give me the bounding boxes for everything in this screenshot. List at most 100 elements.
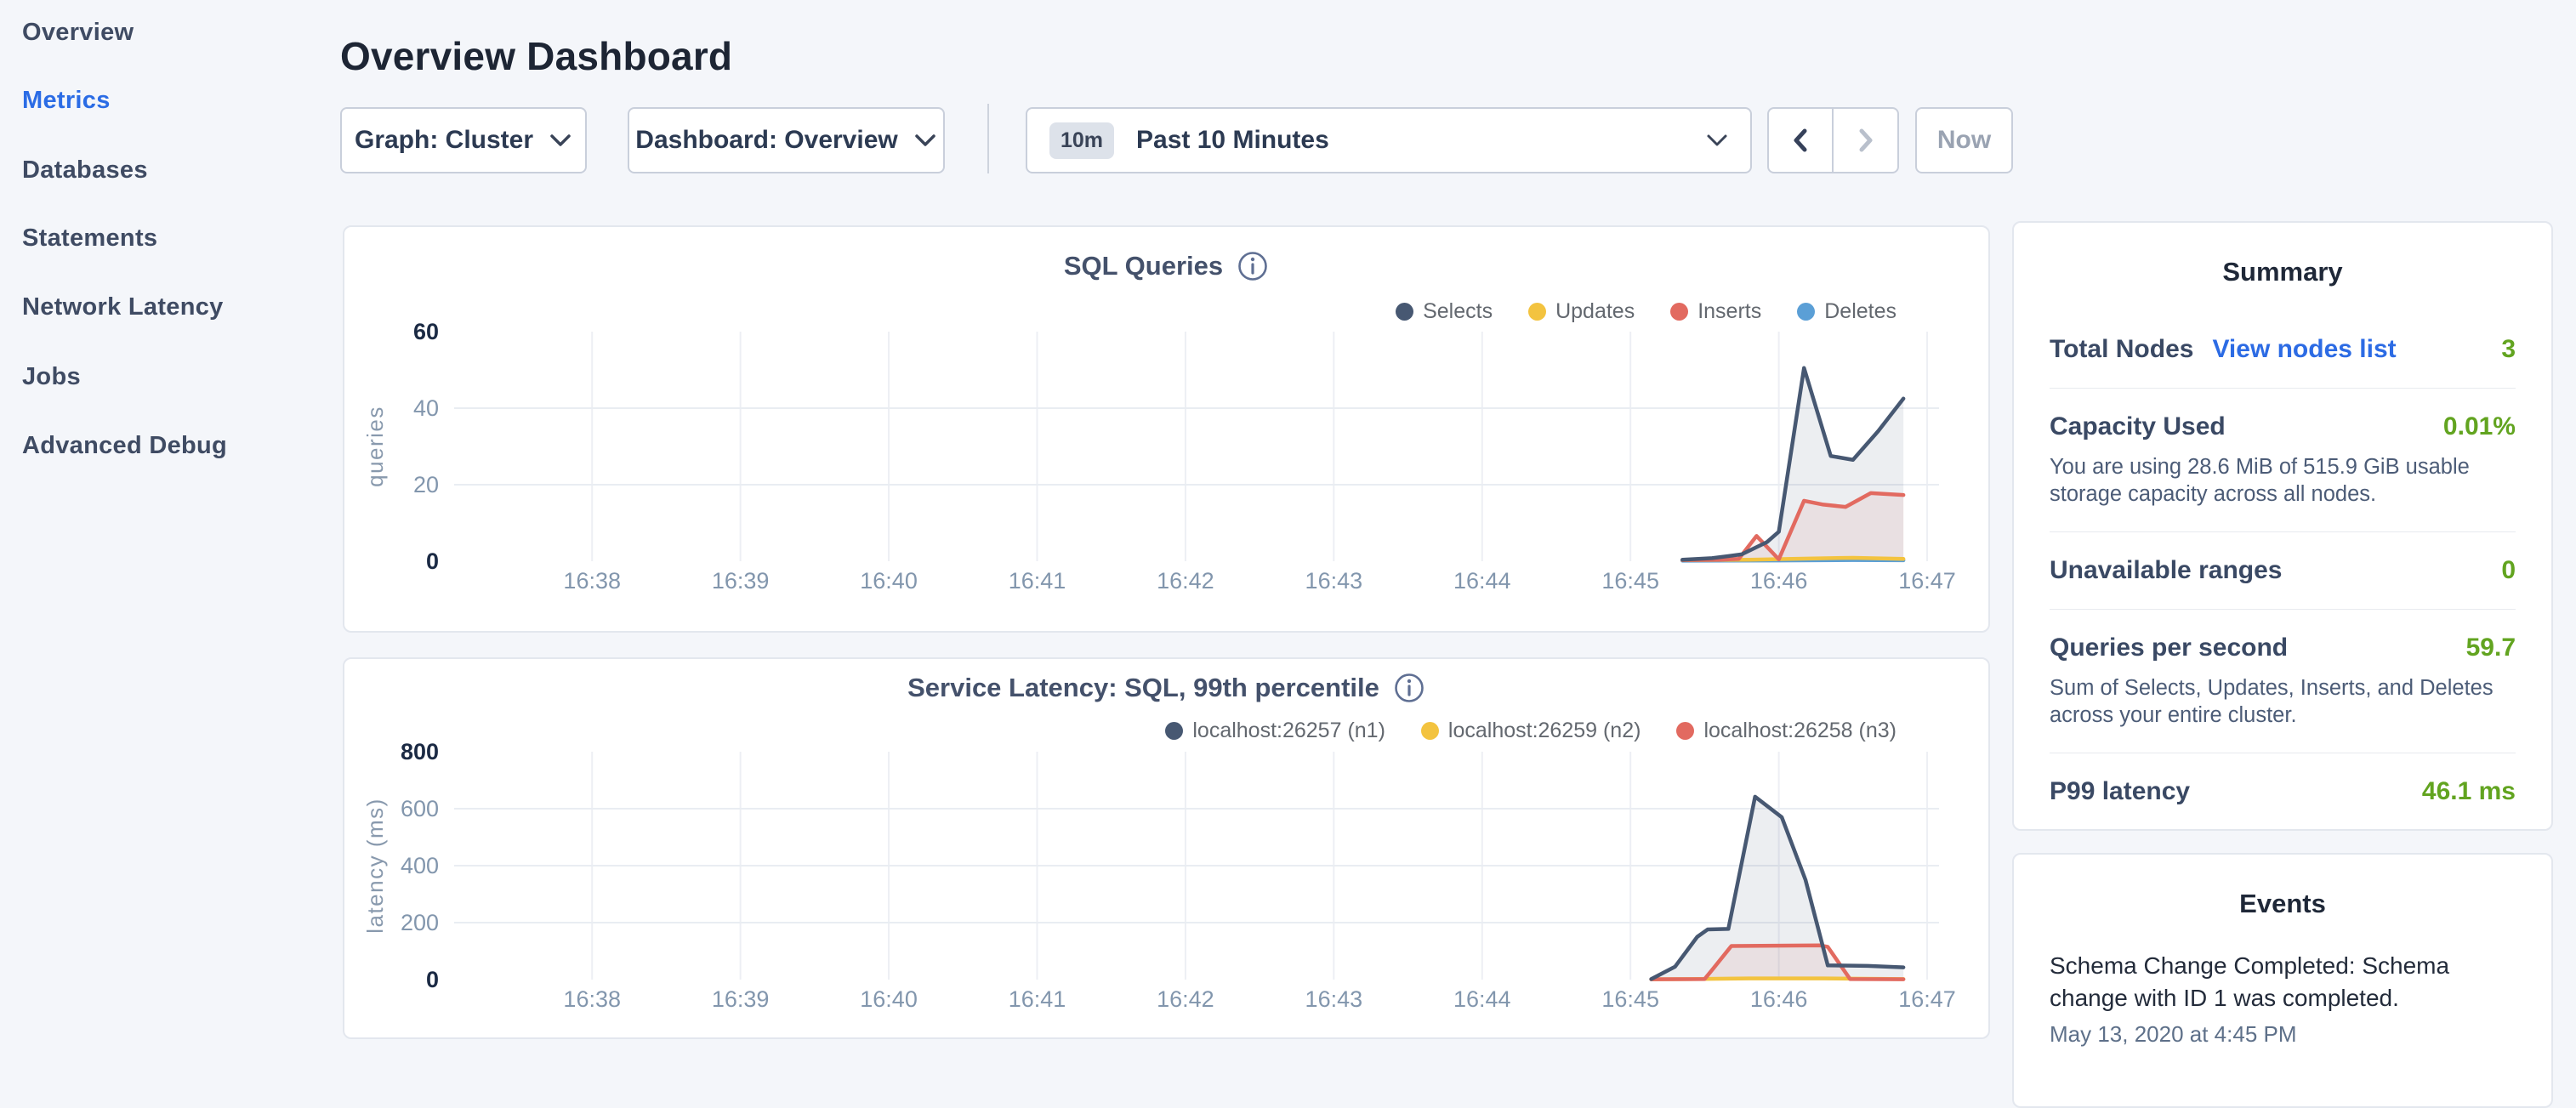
event-text: Schema Change Completed: Schema change w… xyxy=(2050,950,2459,1014)
sidebar-item-advanced-debug[interactable]: Advanced Debug xyxy=(22,432,227,460)
svg-text:600: 600 xyxy=(401,796,439,821)
page-title: Overview Dashboard xyxy=(340,33,732,79)
summary-title: Summary xyxy=(2050,257,2516,287)
legend-dot-icon xyxy=(1670,303,1688,321)
svg-text:16:45: 16:45 xyxy=(1601,986,1659,1012)
summary-row-subtext: You are using 28.6 MiB of 515.9 GiB usab… xyxy=(2050,453,2516,508)
time-range-selector[interactable]: 10m Past 10 Minutes xyxy=(1026,107,1752,173)
summary-row-label: Queries per second xyxy=(2050,634,2288,662)
sidebar-item-jobs[interactable]: Jobs xyxy=(22,363,81,391)
chart-title-row: SQL Queries xyxy=(344,250,1988,282)
svg-text:16:40: 16:40 xyxy=(860,986,918,1012)
svg-text:16:47: 16:47 xyxy=(1898,568,1956,594)
svg-text:16:44: 16:44 xyxy=(1453,568,1511,594)
now-button[interactable]: Now xyxy=(1915,107,2013,173)
time-range-label: Past 10 Minutes xyxy=(1136,126,1684,155)
legend-item-selects: Selects xyxy=(1396,299,1493,324)
summary-panel: Summary Total NodesView nodes list3Capac… xyxy=(2012,221,2553,831)
info-icon[interactable] xyxy=(1393,672,1425,704)
chart-legend: localhost:26257 (n1) localhost:26259 (n2)… xyxy=(1165,719,1896,743)
svg-text:16:46: 16:46 xyxy=(1750,568,1808,594)
legend-item-localhost-26258-n3: localhost:26258 (n3) xyxy=(1676,719,1896,743)
svg-text:16:41: 16:41 xyxy=(1009,568,1066,594)
summary-row-value: 46.1 ms xyxy=(2422,777,2516,806)
sql-queries-chart-card: SQL Queries Selects Updates Inserts Deletes… xyxy=(343,225,1990,633)
svg-text:0: 0 xyxy=(426,967,439,992)
svg-text:16:42: 16:42 xyxy=(1157,986,1214,1012)
sidebar-item-network-latency[interactable]: Network Latency xyxy=(22,293,224,321)
service-latency-chart-card: Service Latency: SQL, 99th percentile lo… xyxy=(343,657,1990,1039)
dashboard-dropdown-label: Dashboard: Overview xyxy=(635,126,897,155)
chevron-down-icon xyxy=(913,133,937,148)
summary-rows: Total NodesView nodes list3Capacity Used… xyxy=(2050,335,2516,806)
summary-row-label: Unavailable ranges xyxy=(2050,556,2282,585)
events-title: Events xyxy=(2050,889,2516,919)
chevron-right-icon xyxy=(1854,127,1878,154)
view-nodes-list-link[interactable]: View nodes list xyxy=(2212,335,2396,364)
svg-text:16:42: 16:42 xyxy=(1157,568,1214,594)
legend-label: Selects xyxy=(1423,299,1493,324)
svg-text:800: 800 xyxy=(401,743,439,764)
time-range-badge: 10m xyxy=(1049,122,1114,159)
legend-label: localhost:26259 (n2) xyxy=(1448,719,1641,743)
summary-row-capacity-used: Capacity Used0.01% xyxy=(2050,412,2516,441)
summary-row-queries-per-second: Queries per second 59.7 xyxy=(2050,634,2516,662)
legend-dot-icon xyxy=(1165,722,1183,740)
time-next-button[interactable] xyxy=(1833,107,1899,173)
svg-text:16:40: 16:40 xyxy=(860,568,918,594)
graph-dropdown[interactable]: Graph: Cluster xyxy=(340,107,587,173)
svg-text:16:39: 16:39 xyxy=(712,986,770,1012)
sidebar-item-overview[interactable]: Overview xyxy=(22,19,134,47)
toolbar-divider xyxy=(987,104,989,173)
svg-text:40: 40 xyxy=(413,395,439,421)
summary-divider xyxy=(2050,531,2516,532)
svg-text:16:41: 16:41 xyxy=(1009,986,1066,1012)
legend-label: Updates xyxy=(1555,299,1635,324)
events-panel: Events Schema Change Completed: Schema c… xyxy=(2012,853,2553,1108)
summary-divider xyxy=(2050,609,2516,610)
legend-label: Deletes xyxy=(1824,299,1896,324)
chart-title: Service Latency: SQL, 99th percentile xyxy=(907,673,1379,703)
summary-row-value: 59.7 xyxy=(2466,634,2516,662)
summary-row-value: 0 xyxy=(2501,556,2516,585)
svg-text:16:45: 16:45 xyxy=(1601,568,1659,594)
svg-text:16:46: 16:46 xyxy=(1750,986,1808,1012)
event-timestamp: May 13, 2020 at 4:45 PM xyxy=(2050,1021,2516,1048)
summary-divider xyxy=(2050,388,2516,389)
dashboard-dropdown[interactable]: Dashboard: Overview xyxy=(628,107,945,173)
legend-dot-icon xyxy=(1421,722,1439,740)
svg-text:20: 20 xyxy=(413,472,439,497)
svg-text:16:47: 16:47 xyxy=(1898,986,1956,1012)
sidebar-item-statements[interactable]: Statements xyxy=(22,224,157,253)
svg-text:16:43: 16:43 xyxy=(1305,986,1363,1012)
time-prev-button[interactable] xyxy=(1767,107,1834,173)
info-icon[interactable] xyxy=(1237,250,1269,282)
legend-item-localhost-26257-n1: localhost:26257 (n1) xyxy=(1165,719,1385,743)
summary-row-value: 3 xyxy=(2501,335,2516,364)
summary-row-subtext: Sum of Selects, Updates, Inserts, and De… xyxy=(2050,674,2516,729)
legend-item-deletes: Deletes xyxy=(1797,299,1896,324)
legend-item-updates: Updates xyxy=(1528,299,1635,324)
sidebar-item-databases[interactable]: Databases xyxy=(22,156,148,185)
sidebar-item-metrics[interactable]: Metrics xyxy=(22,87,111,115)
chart-title-row: Service Latency: SQL, 99th percentile xyxy=(344,672,1988,704)
svg-text:16:38: 16:38 xyxy=(563,568,621,594)
chevron-down-icon xyxy=(1706,134,1728,147)
legend-item-localhost-26259-n2: localhost:26259 (n2) xyxy=(1421,719,1641,743)
summary-row-unavailable-ranges: Unavailable ranges 0 xyxy=(2050,556,2516,585)
svg-text:16:38: 16:38 xyxy=(563,986,621,1012)
legend-dot-icon xyxy=(1396,303,1413,321)
chart-canvas: 16:3816:3916:4016:4116:4216:4316:4416:45… xyxy=(357,743,1990,1032)
summary-row-p99-latency: P99 latency 46.1 ms xyxy=(2050,777,2516,806)
legend-label: Inserts xyxy=(1697,299,1761,324)
svg-text:16:43: 16:43 xyxy=(1305,568,1363,594)
svg-text:60: 60 xyxy=(413,323,439,344)
summary-row-value: 0.01% xyxy=(2443,412,2516,441)
svg-text:latency (ms): latency (ms) xyxy=(362,798,388,934)
summary-row-label: P99 latency xyxy=(2050,777,2190,806)
chart-legend: Selects Updates Inserts Deletes xyxy=(1396,299,1896,324)
svg-text:0: 0 xyxy=(426,548,439,574)
svg-text:16:39: 16:39 xyxy=(712,568,770,594)
legend-dot-icon xyxy=(1797,303,1815,321)
chart-canvas: 16:38 16:39 16:40 16:41 16:42 16:43 16:44 16:45… xyxy=(357,323,1990,617)
